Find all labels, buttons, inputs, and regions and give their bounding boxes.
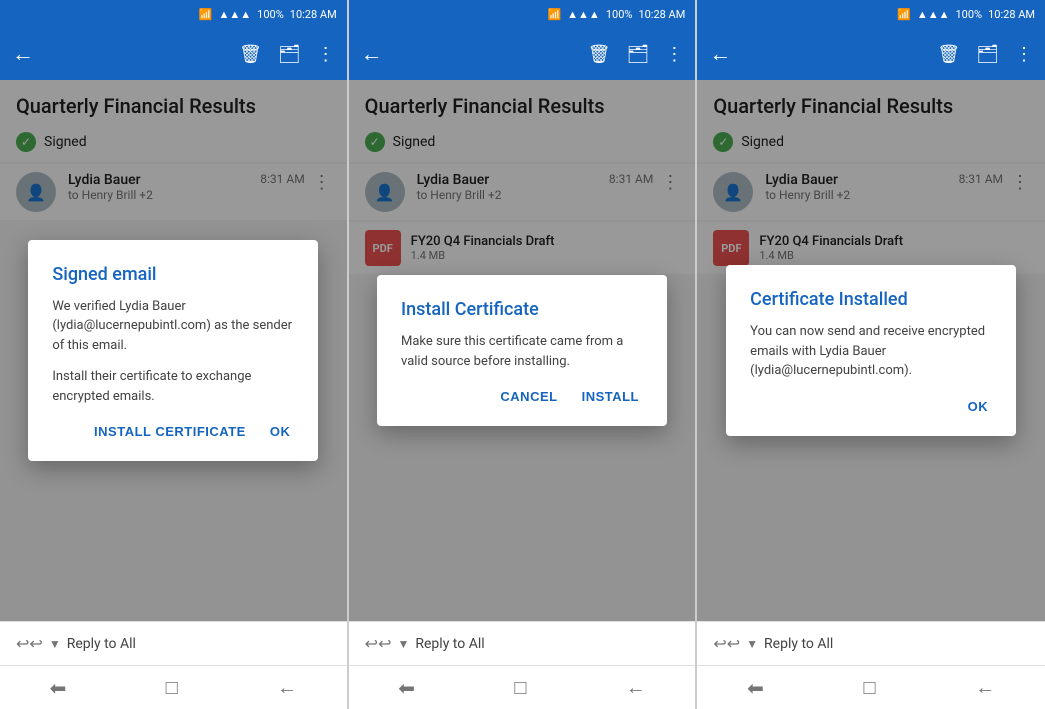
ok-button-1[interactable]: OK xyxy=(266,418,295,445)
install-certificate-button[interactable]: INSTALL CERTIFICATE xyxy=(90,418,250,445)
status-bar-1: 📶 ▲▲▲ 100% 10:28 AM xyxy=(0,0,347,28)
archive-icon-2[interactable]: 🗂 xyxy=(626,44,649,65)
dropdown-arrow: ▼ xyxy=(49,637,61,651)
dialog-title-2: Install Certificate xyxy=(401,299,643,320)
top-bar-1: ← 🗑 🗂 ⋮ xyxy=(0,28,347,80)
dialog-title-1: Signed email xyxy=(52,264,294,285)
dialog-overlay-2: Install Certificate Make sure this certi… xyxy=(349,80,696,621)
reply-bar-1[interactable]: ↩↩ ▼ Reply to All xyxy=(0,621,347,665)
reply-label: Reply to All xyxy=(67,636,136,652)
reply-icon: ↩↩ xyxy=(16,634,43,653)
battery-label-2: 100% xyxy=(606,8,633,21)
more-icon[interactable]: ⋮ xyxy=(317,44,335,65)
phone-panel-3: 📶 ▲▲▲ 100% 10:28 AM ← 🗑 🗂 ⋮ Quarterly Fi… xyxy=(697,0,1045,709)
back-button-2[interactable]: ← xyxy=(361,41,383,67)
top-bar-3: ← 🗑 🗂 ⋮ xyxy=(697,28,1045,80)
dialog-body-1a: We verified Lydia Bauer (lydia@lucernepu… xyxy=(52,297,294,356)
time-label-2: 10:28 AM xyxy=(638,8,685,21)
reply-icon-3: ↩↩ xyxy=(713,634,740,653)
nav-forward-icon-2[interactable]: ← xyxy=(626,675,646,700)
reply-label-2: Reply to All xyxy=(415,636,484,652)
install-certificate-dialog: Install Certificate Make sure this certi… xyxy=(377,275,667,426)
dialog-body-3: You can now send and receive encrypted e… xyxy=(750,322,992,381)
reply-icon-2: ↩↩ xyxy=(365,634,392,653)
status-bar-2: 📶 ▲▲▲ 100% 10:28 AM xyxy=(349,0,696,28)
signed-email-dialog: Signed email We verified Lydia Bauer (ly… xyxy=(28,240,318,462)
nav-home-icon-3[interactable]: □ xyxy=(864,675,876,700)
dialog-actions-1: INSTALL CERTIFICATE OK xyxy=(52,418,294,445)
battery-label: 100% xyxy=(257,8,284,21)
status-bar-3: 📶 ▲▲▲ 100% 10:28 AM xyxy=(697,0,1045,28)
nav-forward-icon-3[interactable]: ← xyxy=(975,675,995,700)
email-content-2: Quarterly Financial Results ✓ Signed 👤 L… xyxy=(349,80,696,621)
delete-icon-3[interactable]: 🗑 xyxy=(937,44,960,65)
email-content-1: Quarterly Financial Results ✓ Signed 👤 L… xyxy=(0,80,347,621)
reply-bar-3[interactable]: ↩↩ ▼ Reply to All xyxy=(697,621,1045,665)
time-label: 10:28 AM xyxy=(290,8,337,21)
dialog-body-1b: Install their certificate to exchange en… xyxy=(52,367,294,406)
phone-panel-2: 📶 ▲▲▲ 100% 10:28 AM ← 🗑 🗂 ⋮ Quarterly Fi… xyxy=(349,0,697,709)
delete-icon[interactable]: 🗑 xyxy=(239,44,262,65)
top-bar-2: ← 🗑 🗂 ⋮ xyxy=(349,28,696,80)
signal-icon-2: ▲▲▲ xyxy=(567,8,600,21)
nav-back-icon-2[interactable]: ⬅ xyxy=(398,676,415,700)
email-content-3: Quarterly Financial Results ✓ Signed 👤 L… xyxy=(697,80,1045,621)
delete-icon-2[interactable]: 🗑 xyxy=(588,44,611,65)
time-label-3: 10:28 AM xyxy=(988,8,1035,21)
back-button-3[interactable]: ← xyxy=(709,41,731,67)
dialog-overlay-1: Signed email We verified Lydia Bauer (ly… xyxy=(0,80,347,621)
dropdown-arrow-2: ▼ xyxy=(397,637,409,651)
reply-bar-2[interactable]: ↩↩ ▼ Reply to All xyxy=(349,621,696,665)
nav-back-icon-3[interactable]: ⬅ xyxy=(747,676,764,700)
bottom-nav-3: ⬅ □ ← xyxy=(697,665,1045,709)
more-icon-2[interactable]: ⋮ xyxy=(665,44,683,65)
dialog-actions-3: OK xyxy=(750,393,992,420)
cancel-button[interactable]: CANCEL xyxy=(496,383,561,410)
battery-label-3: 100% xyxy=(956,8,983,21)
dialog-title-3: Certificate Installed xyxy=(750,289,992,310)
archive-icon[interactable]: 🗂 xyxy=(278,44,301,65)
wifi-icon-3: 📶 xyxy=(897,8,911,21)
nav-home-icon-2[interactable]: □ xyxy=(514,675,526,700)
signal-icon: ▲▲▲ xyxy=(218,8,251,21)
signal-icon-3: ▲▲▲ xyxy=(917,8,950,21)
bottom-nav-1: ⬅ □ ← xyxy=(0,665,347,709)
reply-label-3: Reply to All xyxy=(764,636,833,652)
back-button[interactable]: ← xyxy=(12,41,34,67)
certificate-installed-dialog: Certificate Installed You can now send a… xyxy=(726,265,1016,436)
nav-back-icon[interactable]: ⬅ xyxy=(50,676,67,700)
more-icon-3[interactable]: ⋮ xyxy=(1015,44,1033,65)
dialog-overlay-3: Certificate Installed You can now send a… xyxy=(697,80,1045,621)
wifi-icon-2: 📶 xyxy=(547,8,561,21)
archive-icon-3[interactable]: 🗂 xyxy=(976,44,999,65)
dropdown-arrow-3: ▼ xyxy=(746,637,758,651)
wifi-icon: 📶 xyxy=(199,8,213,21)
nav-forward-icon[interactable]: ← xyxy=(277,675,297,700)
dialog-actions-2: CANCEL INSTALL xyxy=(401,383,643,410)
nav-home-icon[interactable]: □ xyxy=(166,675,178,700)
bottom-nav-2: ⬅ □ ← xyxy=(349,665,696,709)
phone-panel-1: 📶 ▲▲▲ 100% 10:28 AM ← 🗑 🗂 ⋮ Quarterly Fi… xyxy=(0,0,348,709)
install-button[interactable]: INSTALL xyxy=(578,383,643,410)
ok-button-3[interactable]: OK xyxy=(964,393,993,420)
dialog-body-2: Make sure this certificate came from a v… xyxy=(401,332,643,371)
